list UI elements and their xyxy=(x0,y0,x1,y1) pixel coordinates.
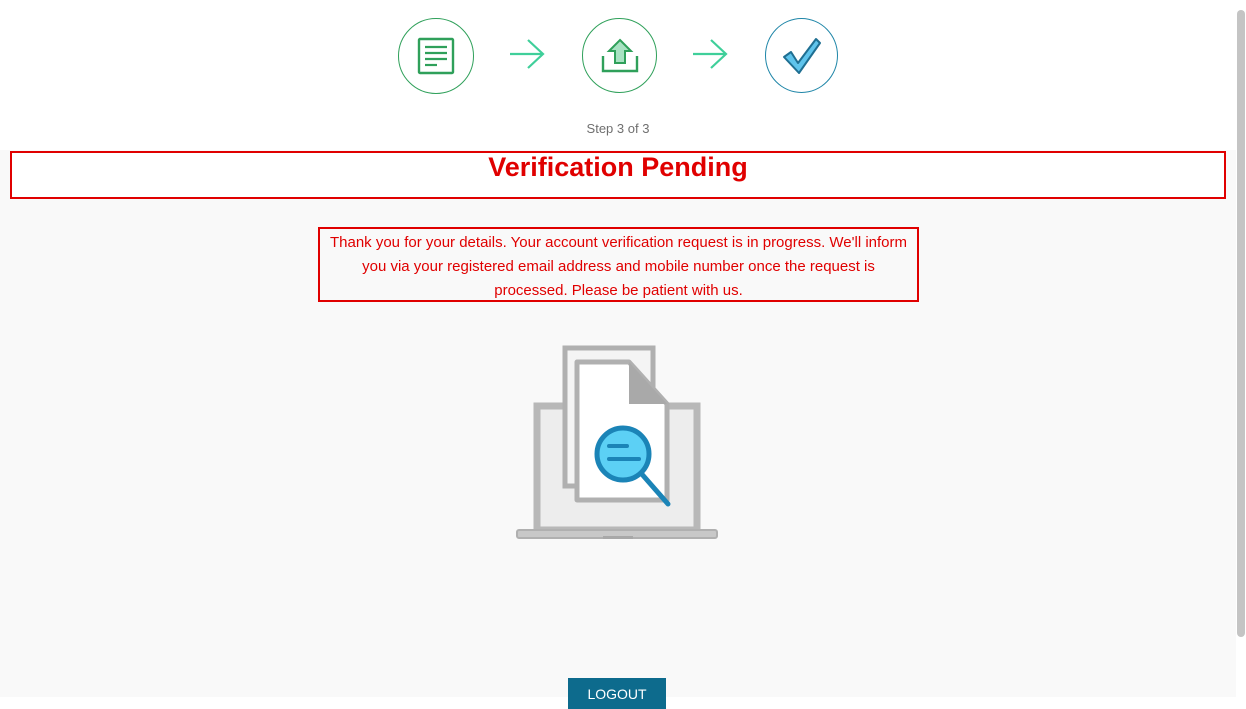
page-title: Verification Pending xyxy=(488,152,748,182)
checkmark-icon xyxy=(782,37,821,74)
status-message: Thank you for your details. Your account… xyxy=(318,227,919,302)
scrollbar-thumb[interactable] xyxy=(1237,10,1245,637)
logout-button[interactable]: LOGOUT xyxy=(568,678,666,709)
arrow-right-icon xyxy=(693,39,728,69)
step-3-verification xyxy=(765,18,838,93)
document-review-laptop-icon xyxy=(513,340,723,555)
status-title-box: Verification Pending xyxy=(10,151,1226,199)
step-counter: Step 3 of 3 xyxy=(586,121,650,136)
document-form-icon xyxy=(417,37,455,75)
step-2-upload xyxy=(582,18,657,93)
step-1-details xyxy=(398,18,474,94)
arrow-right-icon xyxy=(510,39,545,69)
upload-icon xyxy=(601,38,638,72)
